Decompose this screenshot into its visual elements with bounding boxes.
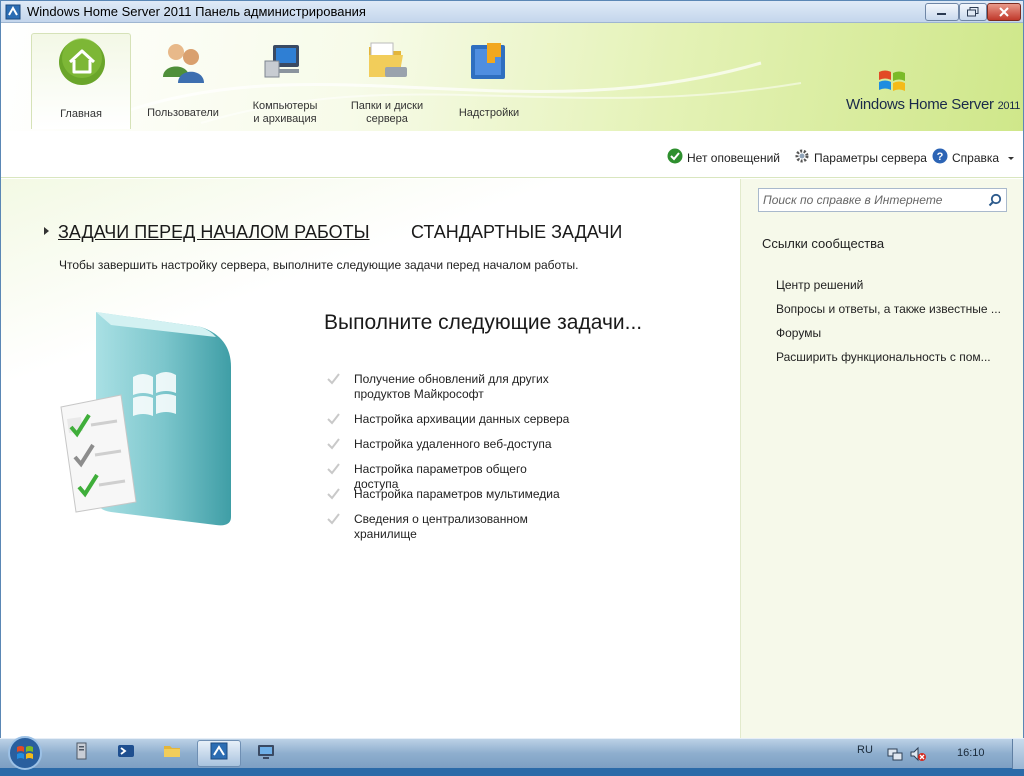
link-faq[interactable]: Вопросы и ответы, а также известные ... bbox=[776, 302, 1006, 316]
taskbar: RU 16:10 bbox=[0, 735, 1024, 771]
link-forums[interactable]: Форумы bbox=[776, 326, 1006, 340]
home-icon bbox=[58, 38, 106, 86]
community-links-heading: Ссылки сообщества bbox=[762, 236, 885, 251]
tab-getting-started[interactable]: ЗАДАЧИ ПЕРЕД НАЧАЛОМ РАБОТЫ bbox=[58, 222, 370, 243]
logo-year: 2011 bbox=[997, 100, 1021, 112]
alerts-label: Нет оповещений bbox=[687, 150, 780, 165]
checkmark-icon bbox=[326, 462, 346, 478]
svg-text:?: ? bbox=[937, 151, 944, 163]
taskbar-remote-desktop[interactable] bbox=[244, 740, 288, 767]
logo-name: Windows Home Server bbox=[846, 96, 994, 113]
link-solution-center[interactable]: Центр решений bbox=[776, 278, 1006, 292]
dashboard-app-icon bbox=[209, 741, 229, 766]
powershell-icon bbox=[116, 741, 136, 766]
help-label: Справка bbox=[952, 150, 1000, 165]
nav-home-label: Главная bbox=[60, 108, 102, 120]
task-item[interactable]: Настройка удаленного веб-доступа bbox=[326, 437, 574, 453]
nav-users[interactable]: Пользователи bbox=[133, 33, 233, 129]
search-icon[interactable] bbox=[988, 193, 1002, 212]
nav-computers-label: Компьютеры и архивация bbox=[252, 100, 318, 125]
folder-icon bbox=[162, 741, 182, 766]
setup-illustration bbox=[51, 307, 251, 537]
users-icon bbox=[159, 37, 207, 85]
status-toolbar: Нет оповещений Параметры сервера ? Справ… bbox=[1, 131, 1023, 178]
taskbar-server-manager[interactable] bbox=[60, 740, 104, 767]
task-label: Настройка архивации данных сервера bbox=[354, 412, 570, 426]
close-button[interactable] bbox=[987, 3, 1021, 21]
task-label: Сведения о централизованном хранилище bbox=[354, 512, 528, 541]
title-bar[interactable]: Windows Home Server 2011 Панель админист… bbox=[1, 1, 1023, 23]
task-label: Настройка удаленного веб-доступа bbox=[354, 437, 552, 451]
checkmark-icon bbox=[326, 412, 346, 428]
link-extend-functionality[interactable]: Расширить функциональность с пом... bbox=[776, 350, 1006, 364]
dashboard-app-icon bbox=[5, 4, 21, 20]
community-side-pane: Ссылки сообщества Центр решений Вопросы … bbox=[740, 179, 1023, 739]
windows-flag-logo bbox=[877, 68, 907, 99]
main-window: Windows Home Server 2011 Панель админист… bbox=[0, 0, 1024, 739]
remote-desktop-icon bbox=[256, 741, 276, 766]
network-icon[interactable] bbox=[887, 746, 903, 767]
task-label: Получение обновлений для других продукто… bbox=[354, 372, 549, 401]
checkmark-icon bbox=[326, 512, 346, 528]
maximize-button[interactable] bbox=[959, 3, 987, 21]
help-icon: ? bbox=[932, 148, 948, 167]
computer-icon bbox=[261, 37, 309, 85]
product-logo-text: Windows Home Server 2011 bbox=[846, 96, 1020, 113]
nav-computers-backup[interactable]: Компьютеры и архивация bbox=[235, 33, 335, 129]
nav-folders-label: Папки и диски сервера bbox=[350, 100, 424, 125]
checkmark-icon bbox=[326, 372, 346, 388]
nav-addins-label: Надстройки bbox=[458, 107, 520, 119]
tasks-heading: Выполните следующие задачи... bbox=[324, 311, 643, 334]
check-circle-icon bbox=[667, 148, 683, 167]
server-manager-icon bbox=[72, 741, 92, 766]
chevron-down-icon bbox=[1007, 151, 1015, 165]
main-content: ЗАДАЧИ ПЕРЕД НАЧАЛОМ РАБОТЫ СТАНДАРТНЫЕ … bbox=[1, 179, 740, 739]
page-subtitle: Чтобы завершить настройку сервера, выпол… bbox=[59, 258, 579, 272]
nav-home[interactable]: Главная bbox=[31, 33, 131, 129]
tab-selected-arrow-icon bbox=[44, 227, 49, 235]
header: Главная Пользователи Компьютеры и архива… bbox=[1, 23, 1023, 131]
server-settings-link[interactable]: Параметры сервера bbox=[794, 148, 927, 167]
minimize-button[interactable] bbox=[925, 3, 959, 21]
folder-icon bbox=[363, 37, 411, 85]
nav-addins[interactable]: Надстройки bbox=[439, 33, 539, 129]
start-button[interactable] bbox=[4, 735, 46, 771]
help-search-input[interactable] bbox=[759, 189, 981, 211]
gear-icon bbox=[794, 148, 810, 167]
task-item[interactable]: Получение обновлений для других продукто… bbox=[326, 372, 574, 402]
window-title: Windows Home Server 2011 Панель админист… bbox=[27, 4, 366, 19]
taskbar-powershell[interactable] bbox=[104, 740, 148, 767]
task-item[interactable]: Настройка архивации данных сервера bbox=[326, 412, 574, 428]
taskbar-explorer[interactable] bbox=[150, 740, 194, 767]
alerts-status[interactable]: Нет оповещений bbox=[667, 148, 780, 167]
nav-folders-drives[interactable]: Папки и диски сервера bbox=[337, 33, 437, 129]
volume-muted-icon[interactable] bbox=[909, 746, 927, 767]
task-item[interactable]: Настройка параметров мультимедиа bbox=[326, 487, 574, 503]
nav-users-label: Пользователи bbox=[147, 107, 219, 119]
task-item[interactable]: Сведения о централизованном хранилище bbox=[326, 512, 574, 542]
checkmark-icon bbox=[326, 487, 346, 503]
input-language[interactable]: RU bbox=[857, 744, 873, 756]
server-settings-label: Параметры сервера bbox=[814, 150, 927, 165]
show-desktop-button[interactable] bbox=[1012, 739, 1024, 769]
taskbar-dashboard[interactable] bbox=[197, 740, 241, 767]
tab-common-tasks[interactable]: СТАНДАРТНЫЕ ЗАДАЧИ bbox=[411, 222, 622, 243]
checkmark-icon bbox=[326, 437, 346, 453]
task-label: Настройка параметров мультимедиа bbox=[354, 487, 560, 501]
addins-icon bbox=[465, 37, 513, 85]
help-menu[interactable]: ? Справка bbox=[932, 148, 1015, 167]
clock[interactable]: 16:10 bbox=[957, 747, 985, 759]
help-search-box bbox=[758, 188, 1007, 212]
